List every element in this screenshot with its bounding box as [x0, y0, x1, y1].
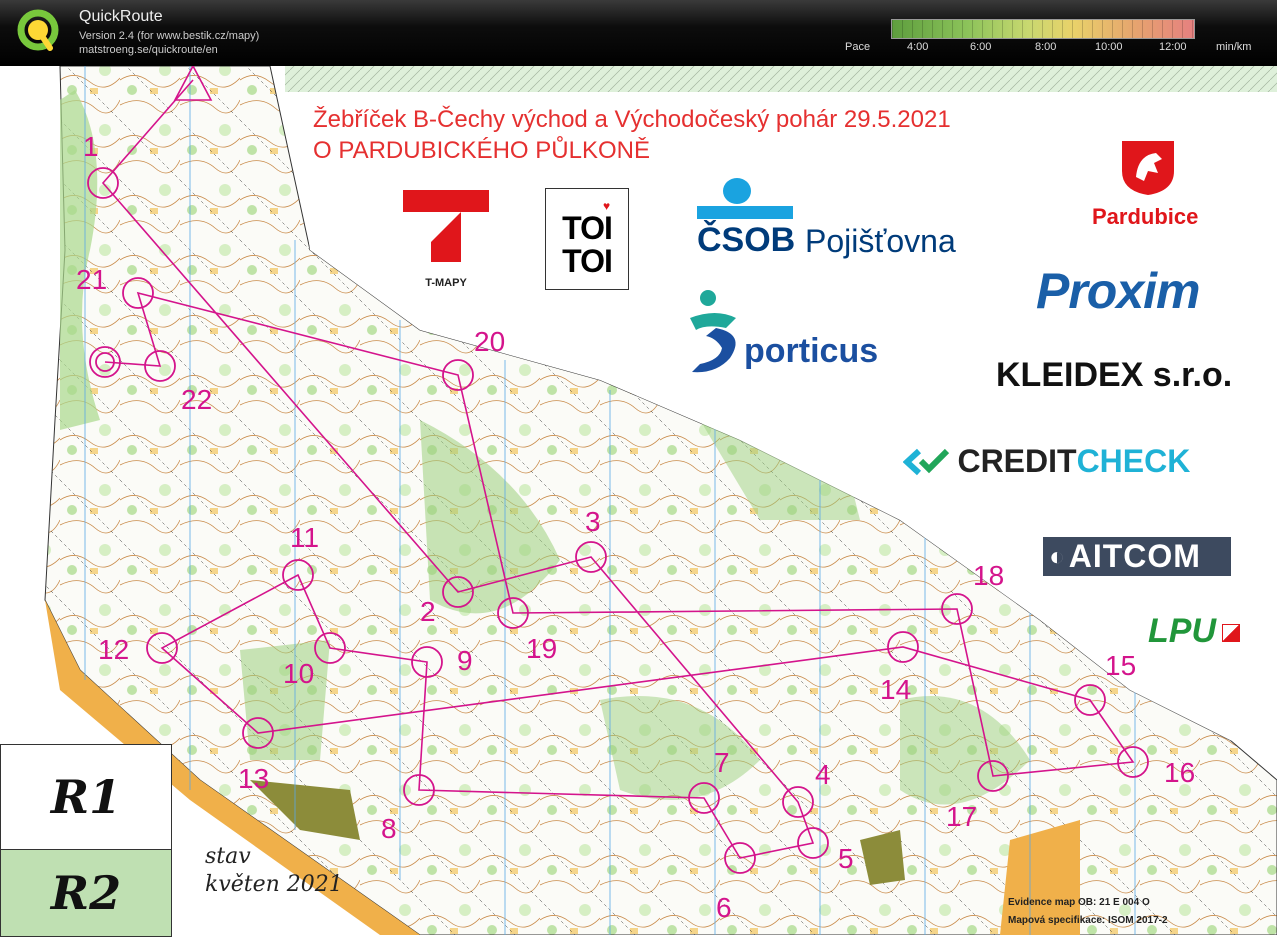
- control-number: 3: [585, 506, 601, 537]
- credit-label: CREDIT: [957, 443, 1077, 479]
- evidence-number: Evidence map OB: 21 E 004 O: [1008, 897, 1150, 908]
- pace-color-scale: [891, 19, 1195, 39]
- control-number: 5: [838, 843, 854, 874]
- pace-tick: 12:00: [1159, 41, 1187, 53]
- app-title-bar: QuickRoute Version 2.4 (for www.bestik.c…: [0, 0, 1277, 66]
- sponsor-pardubice: Pardubice: [1092, 137, 1204, 229]
- sponsor-aitcom: ◐ AITCOM: [1043, 537, 1231, 576]
- control-number: 19: [526, 633, 558, 664]
- pace-label: Pace: [845, 41, 871, 53]
- app-url: matstroeng.se/quickroute/en: [79, 44, 218, 56]
- control-number: 10: [283, 658, 315, 689]
- pace-unit: min/km: [1216, 41, 1252, 53]
- quickroute-logo-icon: [17, 9, 59, 51]
- csob-logo-icon: [697, 178, 793, 219]
- sponsor-creditcheck: CREDITCHECK: [902, 443, 1191, 480]
- sponsor-proxim: Proxim: [1036, 263, 1201, 319]
- control-number: 11: [290, 522, 320, 553]
- control-number: 7: [714, 747, 730, 778]
- check-logo-icon: [902, 448, 950, 475]
- sponsor-sporticus: porticus: [686, 288, 896, 378]
- sporticus-label: porticus: [744, 332, 879, 370]
- control-number: 18: [973, 560, 1005, 591]
- aitcom-label: AITCOM: [1068, 538, 1201, 574]
- stav-date: květen 2021: [205, 872, 343, 897]
- pace-tick: 8:00: [1035, 41, 1057, 53]
- control-number: 21: [76, 264, 108, 295]
- lpu-label: LPU: [1148, 612, 1216, 650]
- app-name: QuickRoute: [79, 8, 163, 25]
- stav-line: stav: [205, 844, 251, 869]
- legend-r2: R2: [0, 849, 172, 937]
- control-number: 1: [83, 131, 99, 162]
- control-number: 13: [238, 763, 270, 794]
- control-number: 6: [716, 892, 732, 923]
- sponsor-kleidex: KLEIDEX s.r.o.: [996, 356, 1233, 394]
- pardubice-label: Pardubice: [1092, 204, 1199, 229]
- toitoi-text: TOI: [562, 243, 613, 279]
- heart-icon: ♥: [603, 199, 611, 213]
- tmapy-label: T-MAPY: [425, 277, 467, 289]
- map-specification: Mapová specifikace: ISOM 2017-2: [1008, 915, 1168, 926]
- app-version: Version 2.4 (for www.bestik.cz/mapy): [79, 30, 260, 42]
- control-number: 16: [1164, 757, 1196, 788]
- control-number: 15: [1105, 650, 1137, 681]
- control-number: 22: [181, 384, 213, 415]
- sponsor-lpu: LPU: [1148, 612, 1241, 651]
- sponsor-tmapy: T-MAPY: [403, 190, 489, 289]
- pace-tick: 6:00: [970, 41, 992, 53]
- tmapy-logo-icon: [403, 190, 489, 262]
- horse-shield-icon: [1122, 141, 1174, 195]
- sponsor-csob: ČSOB Pojišťovna: [697, 177, 956, 259]
- control-number: 4: [815, 759, 831, 790]
- event-subtitle: O PARDUBICKÉHO PŮLKONĚ: [313, 137, 650, 164]
- control-number: 17: [946, 801, 978, 832]
- toitoi-text: TOI: [562, 210, 613, 246]
- pace-tick: 4:00: [907, 41, 929, 53]
- csob-brand: ČSOB: [697, 221, 796, 259]
- control-number: 20: [474, 326, 506, 357]
- control-number: 2: [420, 596, 436, 627]
- csob-rest: Pojišťovna: [805, 223, 956, 259]
- event-title: Žebříček B-Čechy východ a Východočeský p…: [313, 106, 951, 133]
- aitcom-globe-icon: ◐: [1049, 541, 1065, 571]
- legend-r1: R1: [0, 744, 172, 850]
- control-number: 14: [880, 674, 912, 705]
- pace-tick: 10:00: [1095, 41, 1123, 53]
- orienteering-map[interactable]: 1 2 3 4 5 6 7 8 9 10 11 12 13 14 15 16 1…: [0, 66, 1277, 935]
- control-number: 8: [381, 813, 397, 844]
- control-number: 12: [98, 634, 130, 665]
- sponsor-toitoi: TOI TOI ♥: [545, 188, 629, 290]
- orienteering-flag-icon: [1222, 624, 1241, 642]
- check-label: CHECK: [1076, 443, 1191, 479]
- map-graphic: [44, 66, 1277, 935]
- control-number: 9: [457, 645, 473, 676]
- map-status: stav květen 2021: [205, 843, 343, 899]
